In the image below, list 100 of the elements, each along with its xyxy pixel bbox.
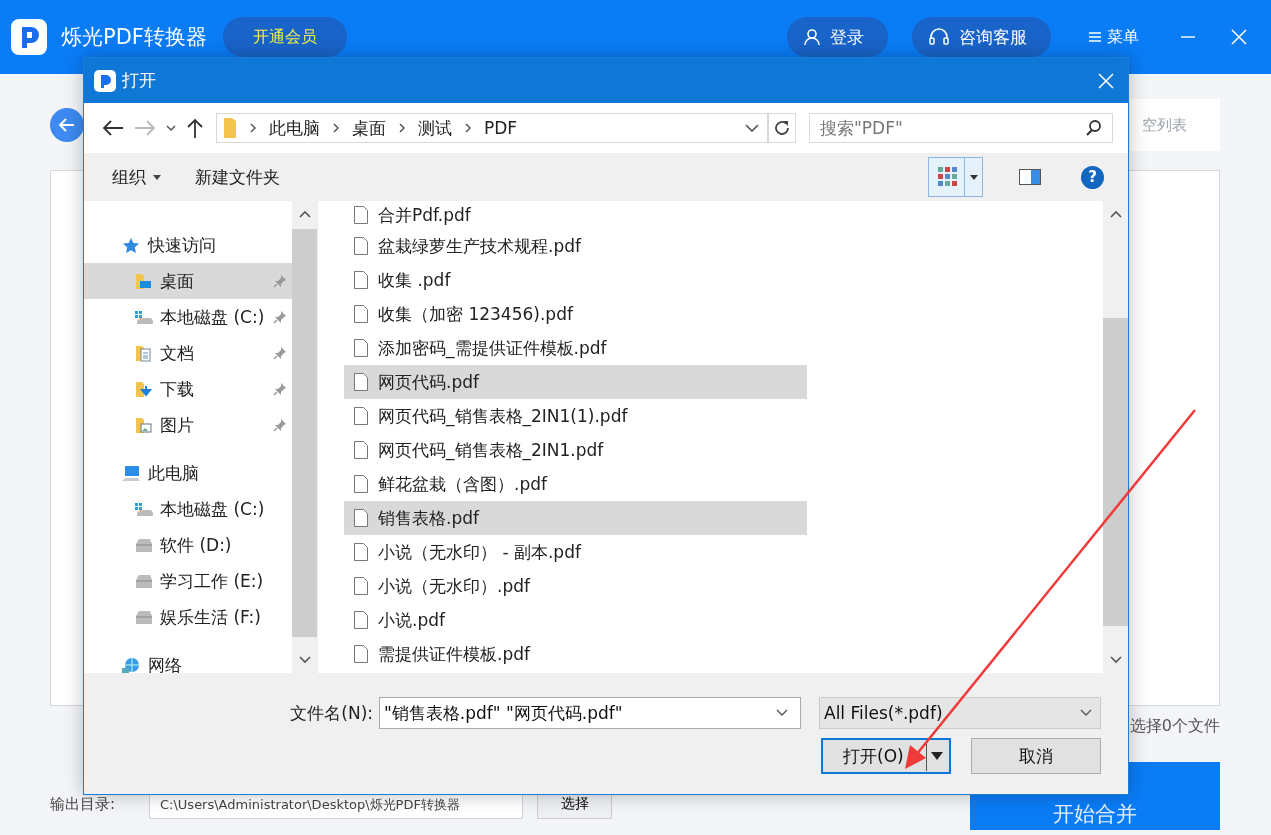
sidebar-label: 文档 [160,341,195,365]
sidebar-item[interactable]: 本地磁盘 (C:) [84,299,292,335]
sidebar-item[interactable]: 学习工作 (E:) [84,563,292,599]
sidebar-label: 本地磁盘 (C:) [160,497,266,521]
file-name: 网页代码_销售表格_2IN1(1).pdf [378,404,628,428]
file-icon [354,475,368,493]
file-type-dropdown[interactable]: All Files(*.pdf) [819,697,1101,729]
file-row[interactable]: 收集（加密 123456).pdf [344,297,807,331]
logo-icon [11,19,47,55]
sidebar-item[interactable]: 快速访问 [84,227,292,263]
file-row[interactable]: 小说（无水印）.pdf [344,569,807,603]
file-row[interactable]: 网页代码_销售表格_2IN1(1).pdf [344,399,807,433]
close-icon[interactable] [1231,29,1247,45]
sidebar-label: 网络 [148,653,182,673]
caret-icon [153,174,161,180]
support-button[interactable]: 咨询客服 [912,17,1051,57]
sidebar-item[interactable]: 下载 [84,371,292,407]
menu-button[interactable]: 菜单 [1083,25,1145,49]
sidebar-label: 桌面 [160,269,195,293]
file-row[interactable]: 销售表格.pdf [344,501,807,535]
file-row[interactable]: 小说（无水印） - 副本.pdf [344,535,807,569]
help-button[interactable]: ? [1081,165,1104,189]
scroll-up-icon [1109,210,1122,218]
sidebar-item[interactable]: 软件 (D:) [84,527,292,563]
chevron-down-icon[interactable] [745,123,759,133]
sidebar-label: 快速访问 [148,233,216,257]
file-icon [354,611,368,629]
cancel-button[interactable]: 取消 [971,738,1101,774]
drive-icon [135,536,153,554]
user-icon [803,28,821,46]
address-bar[interactable]: 此电脑 桌面 测试 PDF [216,113,768,143]
search-field[interactable]: 搜索"PDF" [809,113,1113,143]
open-button[interactable]: 打开(O) [821,738,951,774]
computer-icon [122,464,140,482]
sidebar-label: 本地磁盘 (C:) [160,305,266,329]
refresh-button[interactable] [768,113,796,143]
back-arrow-icon[interactable] [102,119,124,137]
output-label: 输出目录: [50,794,117,814]
app-icon [94,69,116,92]
menu-icon [1089,31,1101,43]
back-icon[interactable] [50,108,84,142]
file-name: 收集（加密 123456).pdf [378,302,573,326]
breadcrumb-item[interactable]: 测试 [418,116,452,140]
sidebar-item[interactable]: 娱乐生活 (F:) [84,599,292,635]
file-icon [354,237,368,255]
file-name: 鲜花盆栽（含图）.pdf [378,472,547,496]
file-icon [354,271,368,289]
breadcrumb-item[interactable]: 此电脑 [269,116,320,140]
sidebar-item[interactable]: 网络 [84,647,292,673]
organize-button[interactable]: 组织 [100,161,173,193]
search-icon [1085,119,1103,137]
new-folder-button[interactable]: 新建文件夹 [183,161,292,193]
scroll-down-icon [1109,656,1122,664]
file-name: 小说.pdf [378,608,445,632]
file-icon [354,339,368,357]
breadcrumb-item[interactable]: 桌面 [352,116,386,140]
file-row[interactable]: 需提供证件模板.pdf [344,637,807,671]
drive-icon [135,500,153,518]
close-icon[interactable] [1098,72,1114,89]
sidebar-label: 学习工作 (E:) [160,569,265,593]
sidebar-item[interactable]: 桌面 [84,263,292,299]
file-row[interactable]: 合并Pdf.pdf [344,201,807,229]
file-row[interactable]: 网页代码_销售表格_2IN1.pdf [344,433,807,467]
file-type-value: All Files(*.pdf) [824,703,943,723]
chevron-right-icon [464,122,472,134]
file-row[interactable]: 添加密码_需提供证件模板.pdf [344,331,807,365]
up-arrow-icon[interactable] [186,118,204,138]
sidebar-item[interactable]: 图片 [84,407,292,443]
filename-value: "销售表格.pdf" "网页代码.pdf" [384,701,623,725]
file-row[interactable]: 收集 .pdf [344,263,807,297]
download-folder-icon [135,380,153,398]
login-button[interactable]: 登录 [787,17,888,57]
sidebar-item[interactable]: 此电脑 [84,455,292,491]
network-icon [122,656,140,673]
sidebar-label: 此电脑 [148,461,199,485]
file-icon [354,206,368,224]
drive-icon [135,308,153,326]
scroll-thumb[interactable] [1103,318,1128,626]
file-row[interactable]: 小说.pdf [344,603,807,637]
breadcrumb-item[interactable]: PDF [484,118,518,138]
preview-pane-icon[interactable] [1019,169,1041,185]
file-name: 收集 .pdf [378,268,451,292]
pictures-folder-icon [135,416,153,434]
vip-button[interactable]: 开通会员 [222,17,347,57]
file-row[interactable]: 盆栽绿萝生产技术规程.pdf [344,229,807,263]
sidebar-item[interactable]: 本地磁盘 (C:) [84,491,292,527]
chevron-down-icon [1080,709,1092,717]
file-name: 网页代码_销售表格_2IN1.pdf [378,438,604,462]
filename-field[interactable]: "销售表格.pdf" "网页代码.pdf" [379,697,801,729]
chevron-right-icon [398,122,406,134]
open-button-label: 打开(O) [843,744,905,768]
file-icon [354,509,368,527]
view-button[interactable] [928,157,983,197]
headset-icon [928,27,950,47]
file-row[interactable]: 网页代码.pdf [344,365,807,399]
file-name: 小说（无水印）.pdf [378,574,530,598]
sidebar-item[interactable]: 文档 [84,335,292,371]
file-icon [354,305,368,323]
file-row[interactable]: 鲜花盆栽（含图）.pdf [344,467,807,501]
chevron-down-icon[interactable] [166,124,176,132]
